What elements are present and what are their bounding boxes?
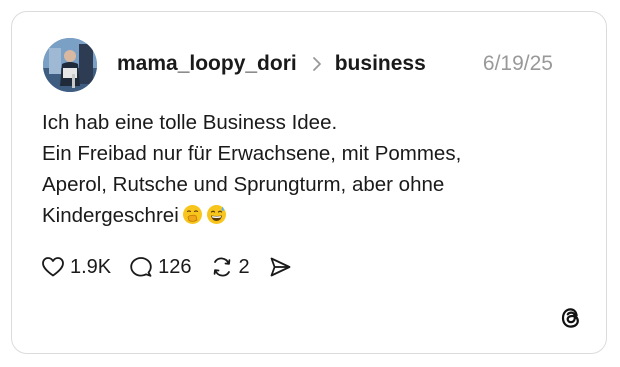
share-button[interactable] (267, 254, 293, 280)
send-icon (267, 254, 293, 280)
community-name[interactable]: business (335, 52, 426, 76)
hand-over-mouth-emoji-icon (182, 204, 203, 225)
action-bar: 1.9K 126 2 (40, 252, 310, 282)
post-text-line: Kindergeschrei (42, 204, 179, 227)
speech-bubble-icon (128, 254, 154, 280)
repost-arrows-icon (209, 254, 235, 280)
reply-button[interactable]: 126 (128, 254, 192, 280)
repost-button[interactable]: 2 (209, 254, 250, 280)
post-text-line-with-emoji: Kindergeschrei (42, 200, 582, 231)
grinning-sweat-emoji-icon (206, 204, 227, 225)
author-name[interactable]: mama_loopy_dori (117, 52, 297, 76)
post-date: 6/19/25 (482, 52, 553, 75)
post-text: Ich hab eine tolle Business Idee. Ein Fr… (42, 107, 582, 231)
post-text-line: Aperol, Rutsche und Sprungturm, aber ohn… (42, 173, 445, 196)
chevron-right-icon (307, 54, 327, 74)
heart-icon (40, 254, 66, 280)
post-text-line: Ich hab eine tolle Business Idee. (42, 111, 338, 134)
post-card: mama_loopy_dori business 6/19/25 Ich hab… (11, 11, 607, 354)
like-count: 1.9K (70, 255, 112, 278)
threads-logo-icon (558, 305, 584, 331)
repost-count: 2 (238, 255, 250, 278)
like-button[interactable]: 1.9K (40, 254, 111, 280)
post-text-line: Ein Freibad nur für Erwachsene, mit Pomm… (42, 142, 462, 165)
post-header: mama_loopy_dori business (117, 50, 426, 78)
reply-count: 126 (158, 255, 192, 278)
avatar[interactable] (43, 38, 97, 92)
